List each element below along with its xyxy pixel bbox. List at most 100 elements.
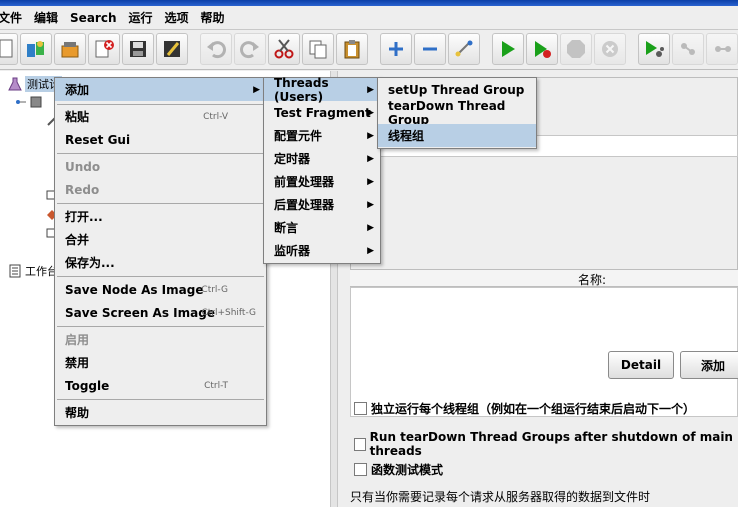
submenu-threads-item[interactable]: Threads (Users) ▶ [264, 76, 380, 104]
name-column-header: 名称: [578, 273, 607, 287]
undo-icon [207, 41, 226, 59]
redo-button[interactable] [234, 33, 266, 65]
teardown-thread-group-item[interactable]: tearDown Thread Group [378, 99, 536, 127]
remote-stop-button[interactable] [672, 33, 704, 65]
menu-edit[interactable]: 编辑 [28, 7, 64, 29]
tree-expand-icon [16, 100, 26, 104]
serialize-threadgroups-label: 独立运行每个线程组（例如在一个组运行结束后启动下一个） [371, 402, 696, 416]
submenu-arrow-icon: ▶ [367, 222, 374, 233]
functional-mode-note: 只有当你需要记录每个请求从服务器取得的数据到文件时 [350, 490, 651, 504]
thread-group-icon [30, 96, 42, 108]
menu-options[interactable]: 选项 [159, 7, 195, 29]
templates-button[interactable] [20, 33, 52, 65]
remote-start-icon [646, 41, 664, 57]
undo-button[interactable] [200, 33, 232, 65]
functional-test-mode-option[interactable]: 函数测试模式 [354, 461, 443, 478]
context-merge-item[interactable]: 合并 [55, 228, 266, 251]
save-button[interactable] [122, 33, 154, 65]
cut-button[interactable] [268, 33, 300, 65]
cut-icon [274, 39, 294, 59]
submenu-assertion-item[interactable]: 断言 ▶ [264, 216, 380, 239]
submenu-arrow-icon: ▶ [253, 84, 260, 95]
shutdown-icon [602, 41, 618, 57]
collapse-icon [423, 47, 437, 51]
context-save-screen-image-item[interactable]: Save Screen As Image Ctrl+Shift-G [55, 301, 266, 324]
open-icon [61, 42, 79, 58]
submenu-arrow-icon: ▶ [367, 130, 374, 141]
menu-bar: 文件 编辑 Search 运行 选项 帮助 [0, 6, 738, 30]
collapse-all-button[interactable] [414, 33, 446, 65]
new-button[interactable] [0, 33, 18, 65]
serialize-threadgroups-option[interactable]: 独立运行每个线程组（例如在一个组运行结束后启动下一个） [354, 400, 695, 417]
copy-icon [309, 40, 327, 59]
expand-all-button[interactable] [380, 33, 412, 65]
threads-submenu: setUp Thread Group tearDown Thread Group… [377, 77, 537, 149]
tree-node-workbench[interactable]: 工作台 [8, 263, 58, 279]
toggle-icon [455, 40, 473, 57]
submenu-preprocessor-item[interactable]: 前置处理器 ▶ [264, 170, 380, 193]
submenu-arrow-icon: ▶ [367, 107, 374, 118]
context-menu: 添加 ▶ 粘贴 Ctrl-V Reset Gui Undo Redo 打开...… [54, 77, 267, 426]
save-as-button[interactable] [156, 33, 188, 65]
remote-exit-button[interactable] [706, 33, 738, 65]
save-as-icon [164, 41, 180, 57]
workbench-icon [9, 264, 21, 278]
functional-test-mode-checkbox[interactable] [354, 463, 367, 476]
start-icon [502, 41, 515, 57]
paste-button[interactable] [336, 33, 368, 65]
submenu-config-element-item[interactable]: 配置元件 ▶ [264, 124, 380, 147]
submenu-arrow-icon: ▶ [367, 84, 374, 95]
context-help-item[interactable]: 帮助 [55, 401, 266, 424]
add-submenu: Threads (Users) ▶ Test Fragment ▶ 配置元件 ▶… [263, 76, 381, 264]
context-save-node-image-item[interactable]: Save Node As Image Ctrl-G [55, 278, 266, 301]
start-no-pause-button[interactable] [526, 33, 558, 65]
save-icon [130, 41, 146, 57]
teardown-on-shutdown-option[interactable]: Run tearDown Thread Groups after shutdow… [354, 430, 738, 458]
context-open-item[interactable]: 打开... [55, 205, 266, 228]
context-disable-item[interactable]: 禁用 [55, 351, 266, 374]
copy-button[interactable] [302, 33, 334, 65]
context-add-item[interactable]: 添加 ▶ [55, 78, 266, 101]
menu-file[interactable]: 文件 [0, 7, 28, 29]
submenu-postprocessor-item[interactable]: 后置处理器 ▶ [264, 193, 380, 216]
context-paste-item[interactable]: 粘贴 Ctrl-V [55, 105, 266, 128]
expand-icon [389, 42, 403, 56]
detail-button[interactable]: Detail [608, 351, 674, 379]
menu-help[interactable]: 帮助 [195, 7, 231, 29]
context-redo-item[interactable]: Redo [55, 178, 266, 201]
test-plan-icon [8, 77, 22, 91]
context-undo-item[interactable]: Undo [55, 155, 266, 178]
context-toggle-item[interactable]: Toggle Ctrl-T [55, 374, 266, 397]
tree-expander[interactable] [14, 95, 43, 109]
templates-icon [27, 41, 44, 57]
new-icon [0, 39, 13, 58]
stop-button[interactable] [560, 33, 592, 65]
remote-exit-icon [715, 46, 731, 52]
submenu-timer-item[interactable]: 定时器 ▶ [264, 147, 380, 170]
open-button[interactable] [54, 33, 86, 65]
teardown-on-shutdown-checkbox[interactable] [354, 437, 366, 451]
menu-search[interactable]: Search [64, 7, 122, 29]
context-reset-gui-item[interactable]: Reset Gui [55, 128, 266, 151]
redo-icon [240, 41, 259, 59]
shutdown-button[interactable] [594, 33, 626, 65]
teardown-on-shutdown-label: Run tearDown Thread Groups after shutdow… [369, 430, 733, 458]
context-save-as-item[interactable]: 保存为... [55, 251, 266, 274]
toolbar [0, 30, 738, 70]
variables-table-header: 名称: [350, 269, 738, 287]
remote-start-button[interactable] [638, 33, 670, 65]
remote-stop-icon [681, 43, 695, 55]
serialize-threadgroups-checkbox[interactable] [354, 402, 367, 415]
submenu-arrow-icon: ▶ [367, 176, 374, 187]
context-enable-item[interactable]: 启用 [55, 328, 266, 351]
close-button[interactable] [88, 33, 120, 65]
add-button[interactable]: 添加 [680, 351, 738, 379]
start-button[interactable] [492, 33, 524, 65]
close-icon [95, 40, 114, 58]
submenu-arrow-icon: ▶ [367, 199, 374, 210]
submenu-test-fragment-item[interactable]: Test Fragment ▶ [264, 101, 380, 124]
menu-run[interactable]: 运行 [122, 7, 158, 29]
submenu-listener-item[interactable]: 监听器 ▶ [264, 239, 380, 262]
thread-group-item[interactable]: 线程组 [378, 124, 536, 147]
toggle-button[interactable] [448, 33, 480, 65]
